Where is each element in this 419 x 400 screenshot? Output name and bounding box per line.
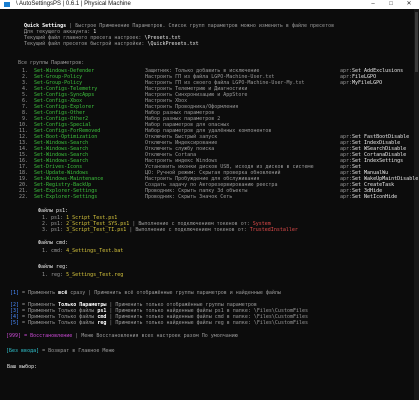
text-segment: = Возврат в Главное Меню (39, 348, 115, 354)
files-reg-label: Файлы reg: (38, 264, 69, 270)
quick-preset-line: Текущий файл пресетов быстрой настройки:… (18, 35, 199, 47)
text-segment: 1. reg: (42, 272, 67, 278)
text-segment: TrustedInstaller (249, 227, 298, 233)
app-icon (4, 2, 10, 7)
group-row: 22. Set-Explorer-Settings Проводник: Скрыт… (0, 194, 412, 200)
text-segment: 4_Settings_Test.bat (66, 248, 124, 254)
text-segment: 3_Script_Test_TI.ps1 (66, 227, 127, 233)
text-segment: | Применить только найденные файлы reg в… (106, 320, 309, 326)
text-segment: | Применить всё отображённые группы пара… (85, 290, 281, 296)
file-row: 3. ps1: 3_Script_Test_TI.ps1 | Выполнени… (42, 227, 298, 233)
action-apply-all[interactable]: [1] = Применить всё сразу | Применить вс… (10, 290, 281, 296)
text-segment: | Меню Восстановления всех настроек разо… (72, 333, 238, 339)
text-segment: = Применить (19, 290, 59, 296)
text-segment: Текущий файл пресетов быстрой настройки: (24, 41, 148, 47)
text-segment: 1. cmd: (42, 248, 67, 254)
maximize-button[interactable]: □ (382, 0, 400, 9)
action-apply-reg[interactable]: [5] = Применить Только файлы reg | Приме… (10, 320, 308, 326)
group-name: Set-Explorer-Settings (34, 194, 98, 200)
text-segment: = Восстановление (21, 333, 73, 339)
text-segment: reg (97, 320, 107, 326)
text-segment: [1] (10, 290, 20, 296)
files-cmd-label: Файлы cmd: (38, 240, 69, 246)
title-bar: \ AutoSettingsPS | 0.6.1 | Physical Mach… (0, 0, 419, 9)
file-row: 1. cmd: 4_Settings_Test.bat (42, 248, 123, 254)
quick-preset-value: \QuickPresets.txt (147, 41, 199, 47)
text-segment: [Без ввода] (6, 348, 40, 354)
scrollbar[interactable] (414, 9, 419, 400)
input-prompt[interactable]: Ваш выбор: (4, 364, 40, 370)
action-back[interactable]: [Без ввода] = Возврат в Главное Меню (6, 348, 114, 354)
window-title: \ AutoSettingsPS | 0.6.1 | Physical Mach… (16, 1, 131, 7)
text-segment: = Применить Только файлы (19, 320, 98, 326)
minimize-button[interactable]: – (364, 0, 382, 9)
text-segment: сразу (67, 290, 86, 296)
close-button[interactable]: ✕ (400, 0, 418, 9)
text-segment: всё (58, 290, 68, 296)
group-desc: Проводник: Скрыть Значок Сеть (145, 194, 233, 200)
group-num: 22. (19, 194, 29, 200)
text-segment: 3. ps1: (42, 227, 67, 233)
groups-title: Все группы Параметров: (18, 60, 85, 66)
text-segment: 5_Settings_Test.reg (66, 272, 124, 278)
group-val: Set NetIconHide (352, 194, 398, 200)
text-segment: [999] (6, 333, 22, 339)
scrollbar-thumb[interactable] (415, 12, 418, 72)
files-ps1-label: Файлы ps1: (38, 208, 69, 214)
text-segment: [5] (10, 320, 20, 326)
text-segment: | Выполнение с подключением токенов от: (126, 227, 250, 233)
file-row: 1. reg: 5_Settings_Test.reg (42, 272, 123, 278)
action-restore[interactable]: [999] = Восстановление | Меню Восстановл… (6, 333, 238, 339)
